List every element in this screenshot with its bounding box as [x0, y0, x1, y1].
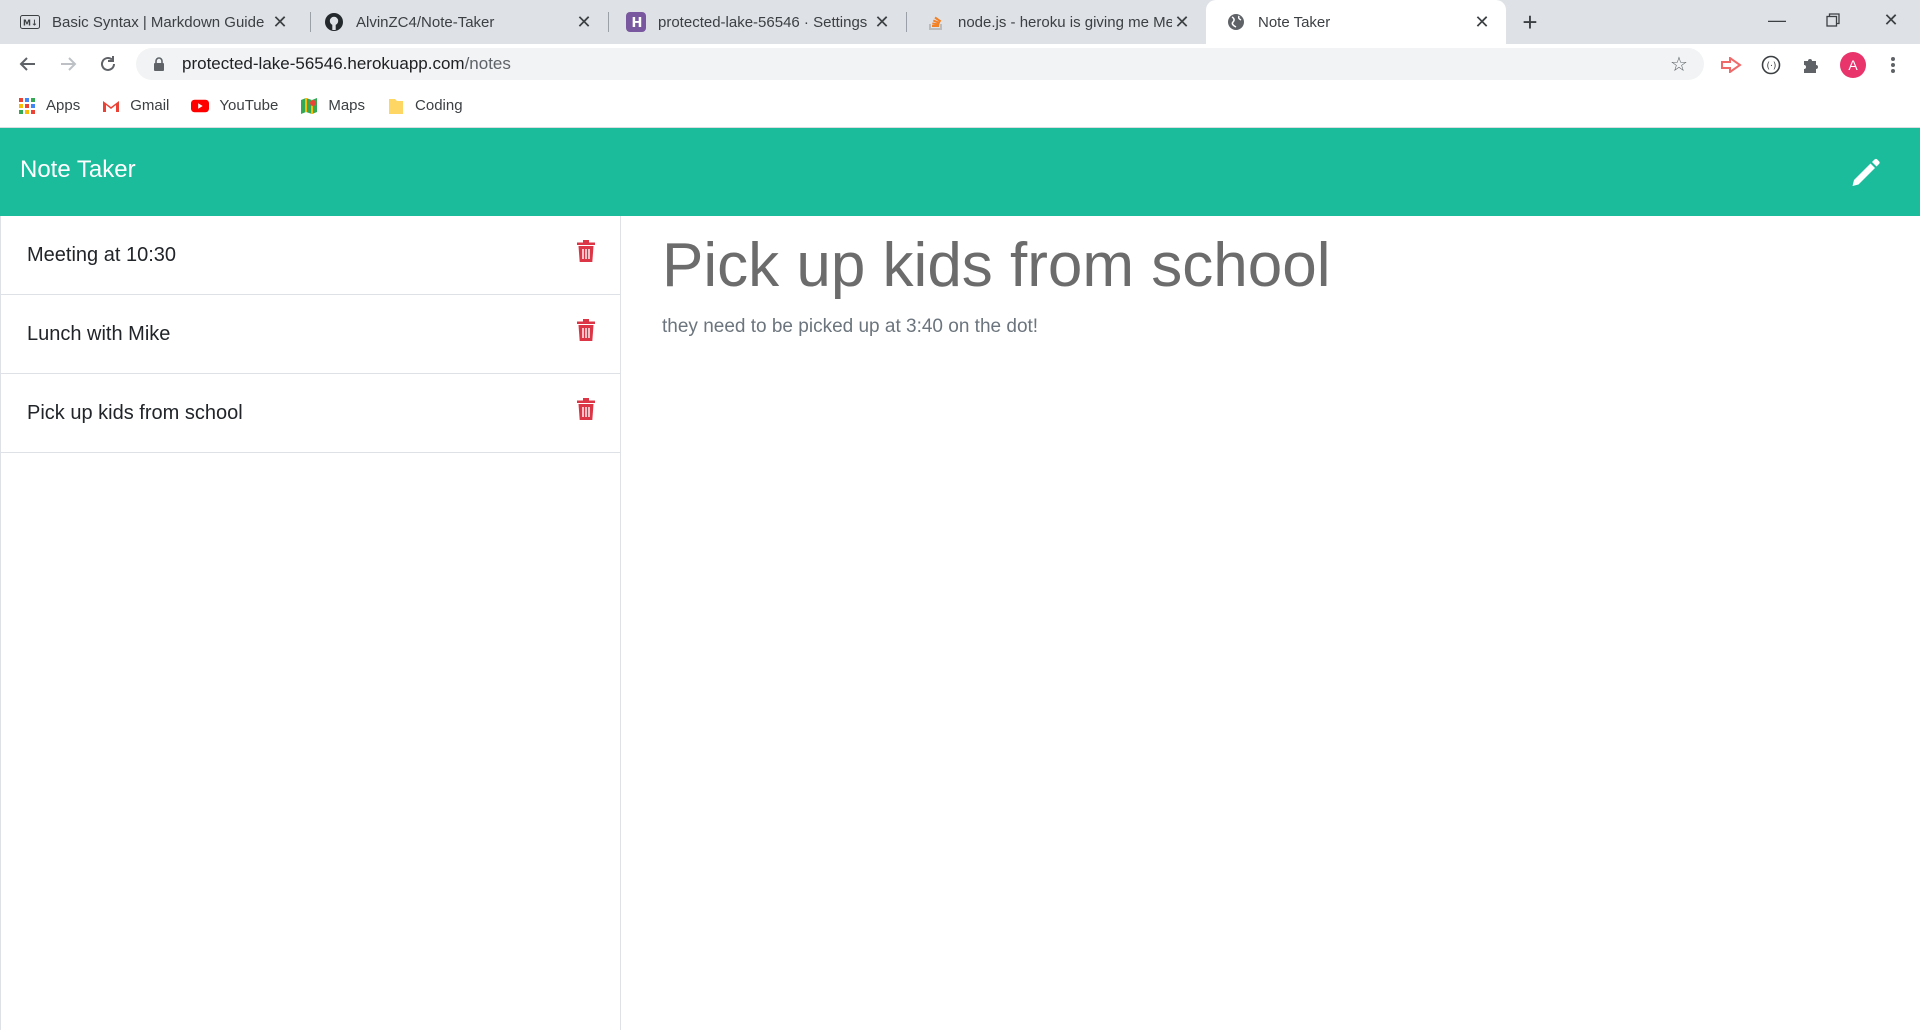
tab-title: Basic Syntax | Markdown Guide — [52, 13, 265, 31]
markdown-icon: M↓ — [20, 12, 40, 32]
bookmark-label: Coding — [415, 97, 463, 114]
browser-tab-active[interactable]: Note Taker ✕ — [1206, 0, 1506, 44]
tab-title: AlvinZC4/Note-Taker — [356, 13, 495, 31]
extensions-puzzle-icon[interactable] — [1798, 52, 1824, 78]
profile-avatar[interactable]: A — [1840, 52, 1866, 78]
stackoverflow-icon — [926, 12, 946, 32]
maps-icon — [300, 97, 318, 115]
gmail-icon — [102, 97, 120, 115]
restore-icon[interactable] — [1810, 0, 1856, 40]
bookmark-gmail[interactable]: Gmail — [102, 97, 169, 115]
app-brand[interactable]: Note Taker — [20, 156, 136, 184]
browser-tab[interactable]: node.js - heroku is giving me Me ✕ — [906, 0, 1206, 44]
tab-close-icon[interactable]: ✕ — [1472, 12, 1492, 32]
tab-close-icon[interactable]: ✕ — [270, 12, 290, 32]
tab-close-icon[interactable]: ✕ — [1172, 12, 1192, 32]
folder-icon — [387, 97, 405, 115]
new-tab-plus-icon[interactable]: + — [1516, 7, 1544, 37]
tab-title: node.js - heroku is giving me Me — [958, 13, 1172, 31]
browser-tab[interactable]: H protected-lake-56546 · Settings | ✕ — [606, 0, 906, 44]
bookmark-label: Apps — [46, 97, 81, 114]
youtube-icon — [191, 97, 210, 115]
note-list-item[interactable]: Meeting at 10:30 — [1, 216, 620, 295]
bookmark-label: YouTube — [219, 97, 279, 114]
heroku-icon: H — [626, 12, 646, 32]
tab-title: Note Taker — [1258, 13, 1331, 31]
note-list-item[interactable]: Lunch with Mike — [1, 295, 620, 374]
minimize-icon[interactable]: — — [1754, 0, 1800, 40]
new-note-pencil-icon[interactable] — [1848, 154, 1884, 190]
tab-close-icon[interactable]: ✕ — [574, 12, 594, 32]
tab-close-icon[interactable]: ✕ — [872, 12, 892, 32]
note-list-item[interactable]: Pick up kids from school — [1, 374, 620, 453]
notes-sidebar: Meeting at 10:30 Lunch with Mike Pick up… — [0, 216, 621, 1030]
bookmark-star-icon[interactable]: ☆ — [1668, 53, 1690, 76]
note-list-title: Meeting at 10:30 — [27, 243, 176, 266]
globe-icon — [1226, 12, 1246, 32]
tab-title: protected-lake-56546 · Settings | — [658, 13, 872, 31]
bookmark-apps[interactable]: Apps — [18, 97, 80, 115]
note-title-input[interactable]: Pick up kids from school — [662, 230, 1330, 301]
bookmark-youtube[interactable]: YouTube — [191, 97, 278, 115]
forward-arrow-icon[interactable] — [52, 48, 84, 80]
trash-icon[interactable] — [575, 396, 597, 422]
svg-text:H: H — [632, 16, 643, 31]
extension-arrow-icon[interactable] — [1718, 52, 1744, 78]
note-editor: Pick up kids from school they need to be… — [621, 216, 1920, 1030]
trash-icon[interactable] — [575, 238, 597, 264]
bookmark-maps[interactable]: Maps — [300, 97, 365, 115]
reload-icon[interactable] — [92, 48, 124, 80]
extension-circle-icon[interactable]: (·) — [1758, 52, 1784, 78]
url-text: protected-lake-56546.herokuapp.com/notes — [182, 54, 511, 74]
bookmark-label: Maps — [328, 97, 366, 114]
bookmark-coding[interactable]: Coding — [387, 97, 463, 115]
menu-kebab-icon[interactable] — [1880, 52, 1906, 78]
app-navbar: Note Taker — [0, 128, 1920, 216]
trash-icon[interactable] — [575, 317, 597, 343]
browser-tab[interactable]: AlvinZC4/Note-Taker ✕ — [304, 0, 608, 44]
url-path: /notes — [464, 54, 511, 73]
url-host: protected-lake-56546.herokuapp.com — [182, 54, 465, 73]
apps-grid-icon — [18, 97, 36, 115]
github-icon — [324, 12, 344, 32]
bookmark-label: Gmail — [130, 97, 170, 114]
lock-icon[interactable] — [150, 55, 168, 73]
note-list-title: Lunch with Mike — [27, 322, 171, 345]
browser-tab-strip: M↓ Basic Syntax | Markdown Guide ✕ Alvin… — [0, 0, 1920, 44]
svg-text:M↓: M↓ — [23, 19, 38, 28]
note-text-area[interactable]: they need to be picked up at 3:40 on the… — [662, 316, 1038, 338]
note-list-title: Pick up kids from school — [27, 401, 243, 424]
bookmarks-bar: Apps Gmail YouTube Maps Coding — [0, 84, 1920, 128]
svg-text:(·): (·) — [1767, 62, 1777, 72]
browser-tab[interactable]: M↓ Basic Syntax | Markdown Guide ✕ — [0, 0, 304, 44]
back-arrow-icon[interactable] — [12, 48, 44, 80]
close-window-icon[interactable]: ✕ — [1868, 0, 1914, 40]
address-bar[interactable]: protected-lake-56546.herokuapp.com/notes… — [136, 48, 1704, 80]
browser-toolbar: protected-lake-56546.herokuapp.com/notes… — [0, 44, 1920, 84]
